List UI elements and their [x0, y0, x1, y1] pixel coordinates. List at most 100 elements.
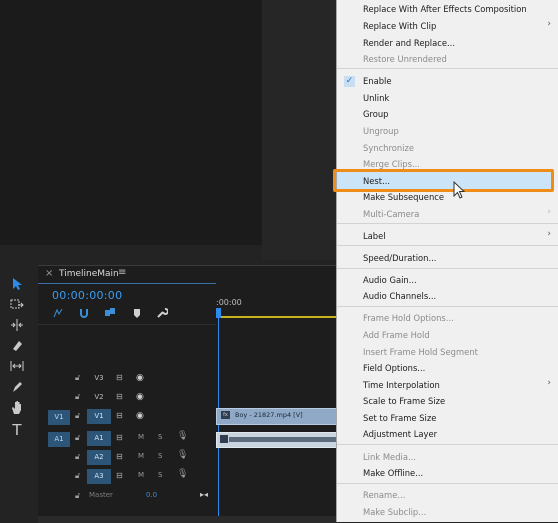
linked-selection-icon[interactable] — [104, 307, 116, 319]
pen-icon[interactable] — [8, 380, 26, 398]
menu-item-link-media[interactable]: Link Media... — [363, 452, 416, 462]
timeline-tab[interactable]: × TimelineMain ≡ — [38, 266, 338, 284]
track-name[interactable]: A3 — [87, 469, 111, 484]
microphone-icon[interactable]: 🎙︎ — [177, 431, 188, 441]
clip-name: Boy - 21827.mp4 [V] — [235, 411, 303, 419]
menu-separator — [337, 268, 558, 269]
track-select-icon[interactable] — [8, 298, 26, 316]
track-header-divider — [38, 324, 216, 325]
menu-item-merge-clips[interactable]: Merge Clips... — [363, 159, 420, 169]
master-volume-value[interactable]: 0.0 — [146, 491, 157, 499]
razor-icon[interactable] — [8, 338, 26, 356]
menu-separator — [337, 245, 558, 246]
eye-icon[interactable]: ◉ — [136, 411, 144, 421]
microphone-icon[interactable]: 🎙︎ — [177, 450, 188, 460]
track-name[interactable]: V3 — [87, 371, 111, 386]
type-icon[interactable]: T — [8, 421, 26, 439]
menu-item-render-and-replace[interactable]: Render and Replace... — [363, 38, 455, 48]
mute-button[interactable]: M — [138, 433, 144, 441]
monitor-panel-edge — [262, 0, 338, 260]
track-name[interactable]: V2 — [87, 390, 111, 405]
selection-arrow-icon[interactable] — [8, 277, 26, 295]
menu-item-synchronize[interactable]: Synchronize — [363, 143, 414, 153]
context-menu: Replace With After Effects Composition R… — [336, 0, 558, 522]
sync-lock-icon[interactable]: ⊟ — [116, 433, 123, 442]
menu-item-add-frame-hold[interactable]: Add Frame Hold — [363, 330, 430, 340]
audio-clip[interactable] — [216, 432, 340, 448]
microphone-icon[interactable]: 🎙︎ — [177, 469, 188, 479]
work-area-bar[interactable] — [216, 316, 338, 318]
track-name[interactable]: A2 — [87, 450, 111, 465]
tools-panel: T — [0, 265, 36, 522]
lock-icon[interactable]: 🔓︎ — [75, 471, 80, 481]
add-marker-icon[interactable] — [131, 307, 143, 319]
hand-icon[interactable] — [8, 400, 26, 418]
menu-separator — [337, 306, 558, 307]
slip-icon[interactable] — [8, 359, 26, 377]
mute-button[interactable]: M — [138, 471, 144, 479]
solo-button[interactable]: S — [158, 452, 162, 460]
go-to-end-icon[interactable]: ▸◂ — [200, 490, 208, 499]
menu-item-ungroup[interactable]: Ungroup — [363, 126, 399, 136]
lock-icon[interactable]: 🔓︎ — [75, 491, 80, 501]
menu-item-make-subclip[interactable]: Make Subclip... — [363, 507, 426, 517]
lock-icon[interactable]: 🔓︎ — [75, 373, 80, 383]
menu-item-frame-hold-options[interactable]: Frame Hold Options... — [363, 313, 454, 323]
menu-item-audio-channels[interactable]: Audio Channels... — [363, 291, 436, 301]
menu-item-audio-gain[interactable]: Audio Gain... — [363, 275, 417, 285]
lock-icon[interactable]: 🔓︎ — [75, 411, 80, 421]
source-patch-a1[interactable]: A1 — [48, 432, 70, 447]
close-icon[interactable]: × — [45, 268, 53, 279]
submenu-arrow-icon: › — [547, 207, 551, 217]
video-clip[interactable]: fx Boy - 21827.mp4 [V] — [216, 408, 340, 425]
menu-item-insert-frame-hold-segment[interactable]: Insert Frame Hold Segment — [363, 347, 478, 357]
sync-lock-icon[interactable]: ⊟ — [116, 452, 123, 461]
track-header-a1: A1 🔓︎ A1 ⊟ M S 🎙︎ — [38, 430, 216, 449]
sync-lock-icon[interactable]: ⊟ — [116, 471, 123, 480]
menu-item-make-offline[interactable]: Make Offline... — [363, 468, 423, 478]
menu-item-label[interactable]: Label — [363, 231, 386, 241]
source-patch-v1[interactable]: V1 — [48, 410, 70, 425]
menu-item-restore-unrendered[interactable]: Restore Unrendered — [363, 54, 447, 64]
track-name[interactable]: V1 — [87, 409, 111, 424]
snap-icon[interactable] — [78, 307, 90, 319]
track-header-a2: 🔓︎ A2 ⊟ M S 🎙︎ — [38, 449, 216, 468]
ripple-edit-icon[interactable] — [8, 318, 26, 336]
track-header-v3: 🔓︎ V3 ⊟ ◉ — [38, 370, 216, 389]
lock-icon[interactable]: 🔓︎ — [75, 452, 80, 462]
menu-item-make-subsequence[interactable]: Make Subsequence — [363, 192, 444, 202]
sync-lock-icon[interactable]: ⊟ — [116, 392, 123, 401]
timeline-panel: × TimelineMain ≡ 00:00:00:00 :00:00 🔓︎ V… — [38, 265, 340, 523]
solo-button[interactable]: S — [158, 471, 162, 479]
menu-item-unlink[interactable]: Unlink — [363, 93, 389, 103]
solo-button[interactable]: S — [158, 433, 162, 441]
sync-lock-icon[interactable]: ⊟ — [116, 411, 123, 420]
menu-item-adjustment-layer[interactable]: Adjustment Layer — [363, 429, 437, 439]
sync-lock-icon[interactable]: ⊟ — [116, 373, 123, 382]
lock-icon[interactable]: 🔓︎ — [75, 392, 80, 402]
eye-icon[interactable]: ◉ — [136, 373, 144, 383]
submenu-arrow-icon: › — [547, 19, 551, 29]
playhead-timecode[interactable]: 00:00:00:00 — [52, 289, 122, 302]
submenu-arrow-icon: › — [547, 229, 551, 239]
menu-item-enable[interactable]: Enable — [363, 76, 392, 86]
menu-item-group[interactable]: Group — [363, 109, 389, 119]
panel-menu-icon[interactable]: ≡ — [118, 267, 126, 278]
eye-icon[interactable]: ◉ — [136, 392, 144, 402]
timeline-title: TimelineMain — [59, 269, 119, 279]
menu-item-speed-duration[interactable]: Speed/Duration... — [363, 253, 436, 263]
master-track-header: 🔓︎ Master 0.0 ▸◂ — [38, 488, 216, 506]
nest-toggle-icon[interactable] — [52, 307, 64, 319]
menu-item-scale-to-frame-size[interactable]: Scale to Frame Size — [363, 396, 445, 406]
menu-item-replace-with-ae-comp[interactable]: Replace With After Effects Composition — [363, 4, 527, 14]
lock-icon[interactable]: 🔓︎ — [75, 433, 80, 443]
track-name[interactable]: A1 — [87, 431, 111, 446]
mute-button[interactable]: M — [138, 452, 144, 460]
menu-item-field-options[interactable]: Field Options... — [363, 363, 425, 373]
menu-item-rename[interactable]: Rename... — [363, 490, 405, 500]
menu-item-set-to-frame-size[interactable]: Set to Frame Size — [363, 413, 436, 423]
menu-item-time-interpolation[interactable]: Time Interpolation — [363, 380, 440, 390]
menu-item-replace-with-clip[interactable]: Replace With Clip — [363, 21, 436, 31]
menu-item-multi-camera[interactable]: Multi-Camera — [363, 209, 419, 219]
wrench-icon[interactable] — [156, 307, 169, 319]
